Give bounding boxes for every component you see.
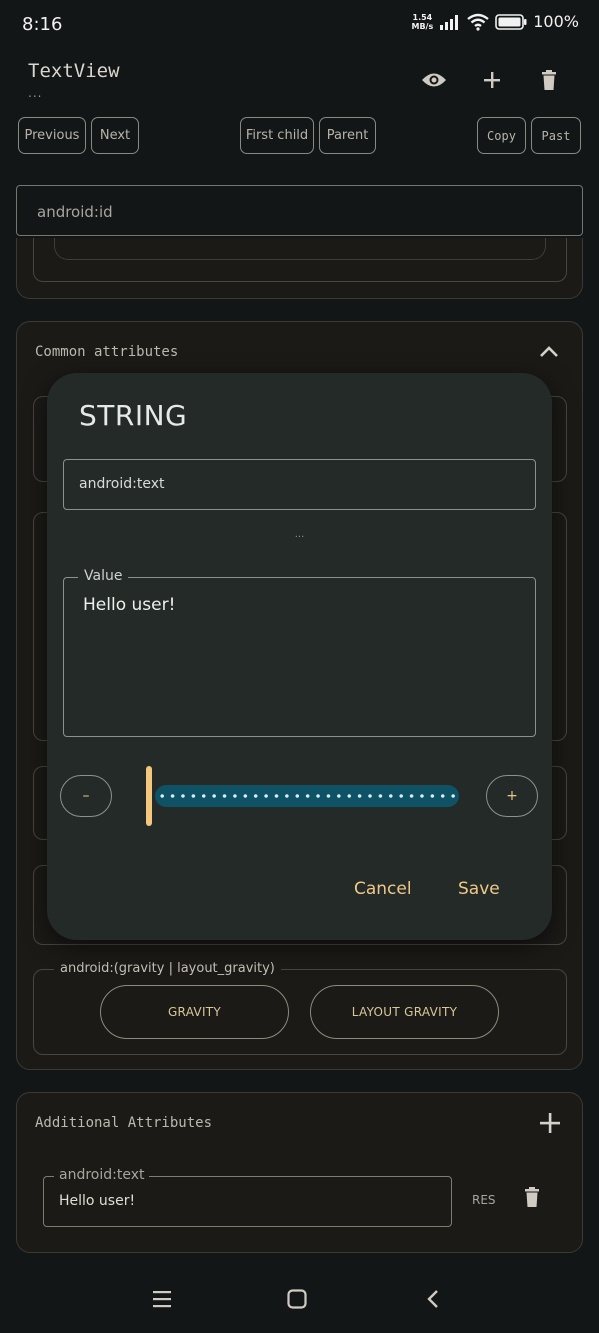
attribute-name-label: android:text: [54, 1167, 150, 1183]
attribute-value: Hello user!: [59, 1193, 136, 1209]
value-textarea[interactable]: Value Hello user!: [63, 568, 536, 737]
status-time: 8:16: [22, 14, 63, 35]
network-speed: 1.54 MB/s: [411, 12, 434, 31]
page-subtitle: ...: [28, 86, 43, 100]
back-nav-icon[interactable]: [418, 1286, 448, 1312]
wifi-icon: [467, 13, 489, 31]
add-attribute-icon[interactable]: [539, 1112, 561, 1138]
previous-button[interactable]: Previous: [18, 117, 86, 154]
layout-gravity-button[interactable]: LAYOUT GRAVITY: [310, 985, 499, 1039]
trash-icon[interactable]: [535, 66, 563, 94]
page-title: TextView: [28, 60, 120, 82]
gravity-group-label: android:(gravity | layout_gravity): [54, 961, 281, 976]
copy-button[interactable]: Copy: [477, 117, 526, 154]
first-child-button[interactable]: First child: [240, 117, 314, 154]
string-dialog: STRING android:text ... Value Hello user…: [47, 373, 552, 940]
attribute-value-field[interactable]: android:text Hello user!: [43, 1167, 452, 1227]
collapse-chevron-icon[interactable]: [539, 344, 559, 363]
previous-card-field: [54, 238, 546, 260]
id-field[interactable]: android:id: [16, 185, 583, 236]
additional-attributes-title: Additional Attributes: [35, 1115, 213, 1131]
slider-track[interactable]: [155, 785, 459, 807]
delete-attribute-icon[interactable]: [524, 1187, 540, 1211]
cancel-button[interactable]: Cancel: [354, 879, 412, 899]
home-nav-icon[interactable]: [282, 1286, 312, 1312]
attribute-name-field[interactable]: android:text: [63, 459, 536, 510]
save-button[interactable]: Save: [458, 879, 500, 899]
gravity-button[interactable]: GRAVITY: [100, 985, 289, 1039]
common-attributes-title: Common attributes: [35, 344, 179, 360]
paste-button[interactable]: Past: [531, 117, 581, 154]
decrement-button[interactable]: –: [60, 775, 112, 817]
dialog-title: STRING: [79, 399, 188, 432]
next-button[interactable]: Next: [91, 117, 139, 154]
status-icons: 1.54 MB/s 100%: [412, 12, 580, 31]
battery-percent: 100%: [533, 12, 579, 31]
value-label: Value: [78, 568, 129, 584]
previous-card: [16, 238, 583, 299]
res-button[interactable]: RES: [472, 1193, 496, 1207]
battery-icon: [495, 13, 527, 30]
value-text: Hello user!: [83, 595, 176, 615]
plus-icon[interactable]: [478, 66, 506, 94]
increment-button[interactable]: +: [486, 775, 538, 817]
eye-icon[interactable]: [420, 66, 448, 94]
slider-thumb[interactable]: [146, 766, 152, 826]
menu-nav-icon[interactable]: [147, 1286, 177, 1312]
signal-icon: [440, 14, 459, 30]
parent-button[interactable]: Parent: [319, 117, 376, 154]
previous-card-inner: [33, 238, 567, 282]
more-indicator: ...: [294, 529, 305, 540]
